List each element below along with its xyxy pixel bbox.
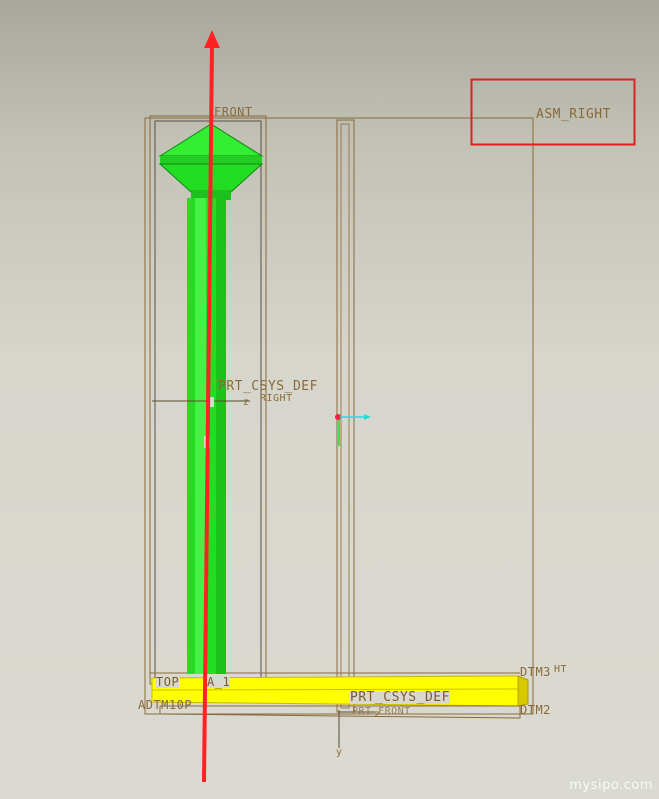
label-front[interactable]: FRONT bbox=[214, 106, 253, 118]
label-asm-right[interactable]: ASM_RIGHT bbox=[536, 108, 611, 121]
watermark-text: mysipo.com bbox=[569, 778, 653, 793]
part-shaft-shade bbox=[216, 198, 226, 674]
center-x-arrowhead bbox=[364, 414, 371, 420]
datum-plane-right-inner-2[interactable] bbox=[340, 123, 350, 709]
3d-model-viewport[interactable]: FRONT ASM_RIGHT PRT_CSYS_DEF RIGHT z TOP… bbox=[0, 0, 659, 799]
label-top[interactable]: TOP bbox=[156, 676, 180, 688]
label-csys-y-bottom: y bbox=[336, 747, 343, 758]
label-dtm2[interactable]: DTM2 bbox=[520, 704, 551, 716]
label-dtm3[interactable]: DTM3 bbox=[520, 666, 551, 678]
label-prt-csys-def-top[interactable]: PRT_CSYS_DEF bbox=[218, 380, 318, 393]
label-dtm-right-overlap[interactable]: HT bbox=[554, 664, 567, 676]
label-prt-csys-def-bottom[interactable]: PRT_CSYS_DEF bbox=[350, 691, 450, 704]
label-csys-z-bottom: z bbox=[374, 709, 381, 720]
label-csys-z-top: z bbox=[243, 397, 250, 408]
label-right-partial[interactable]: RIGHT bbox=[260, 393, 293, 405]
label-a1[interactable]: A_1 bbox=[207, 676, 231, 688]
label-adtm10p[interactable]: ADTM10P bbox=[138, 699, 192, 711]
base-plate-end-face[interactable] bbox=[517, 675, 529, 707]
selected-axis-arrowhead[interactable] bbox=[204, 30, 220, 48]
label-front-partial-bottom[interactable]: PRT_FRONT bbox=[352, 706, 411, 718]
